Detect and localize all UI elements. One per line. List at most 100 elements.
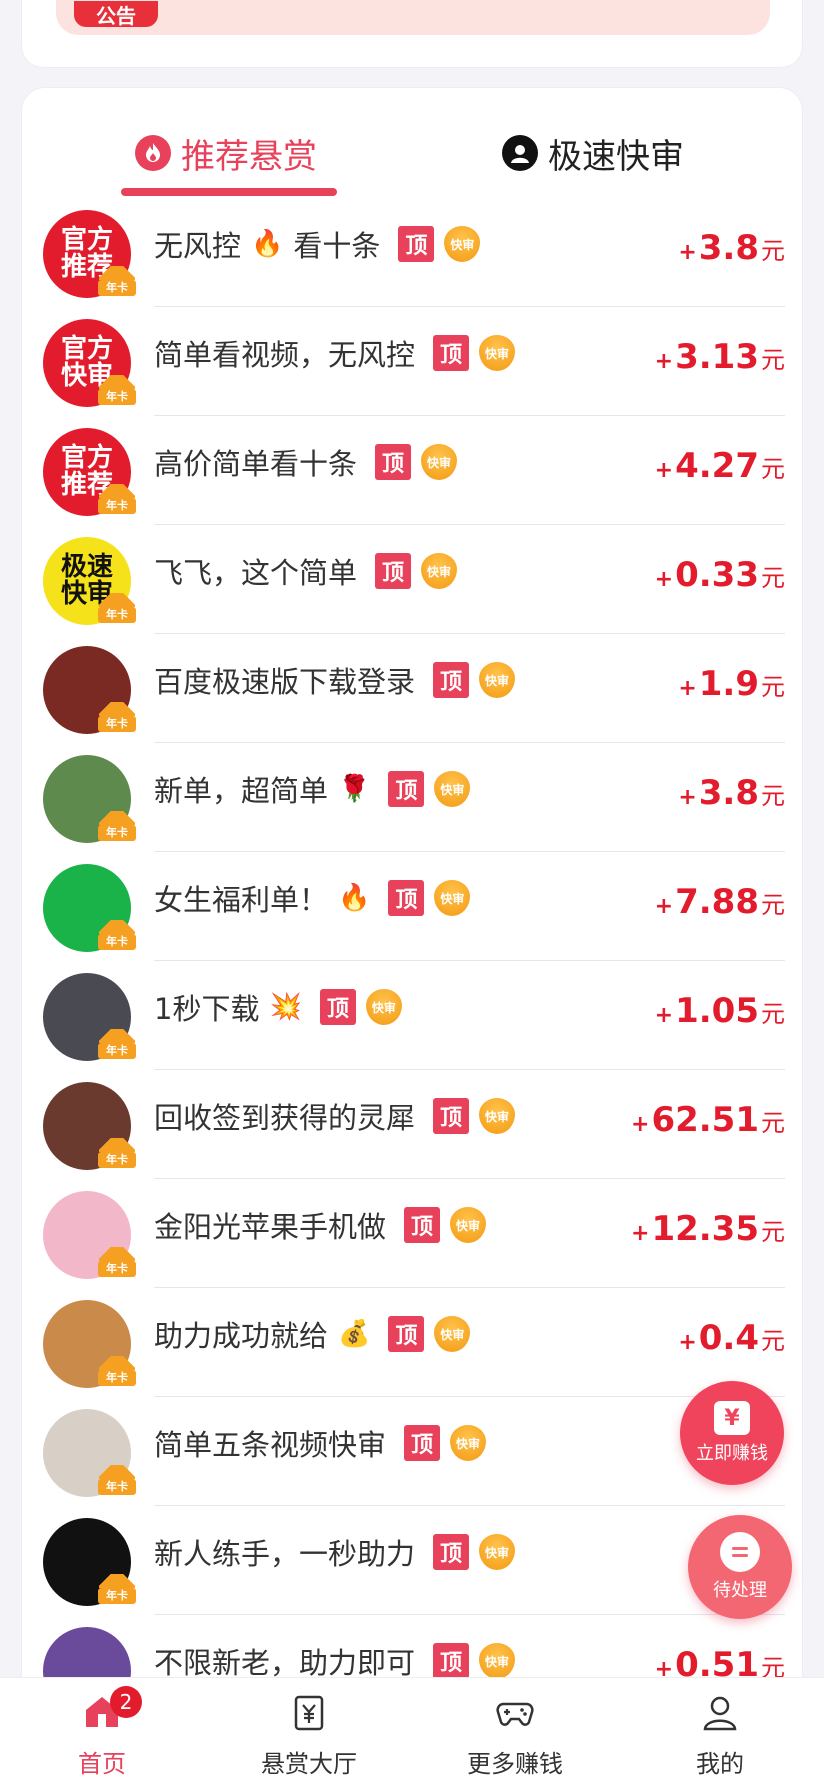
crown-icon: 年卡	[97, 1247, 137, 1277]
pinned-badge: 顶	[433, 1643, 470, 1679]
task-row[interactable]: 年卡 金阳光苹果手机做 顶 快审 + 12.35 元	[21, 1179, 803, 1288]
chat-icon	[720, 1532, 760, 1572]
task-row[interactable]: 官方 快审 年卡 简单看视频，无风控 顶 快审 + 3.13 元	[21, 307, 803, 416]
task-title-text: 新人练手，一秒助力	[154, 1537, 416, 1571]
fast-review-badge: 快审	[479, 335, 516, 371]
task-reward: + 12.35 元	[631, 1209, 785, 1249]
fast-review-badge: 快审	[450, 1425, 487, 1461]
fast-review-badge: 快审	[450, 1207, 487, 1243]
notice-bar[interactable]	[56, 0, 770, 35]
task-reward: + 1.05 元	[655, 991, 785, 1031]
reward-amount: 7.88	[675, 882, 759, 922]
reward-amount: 0.33	[675, 555, 759, 595]
nav-reward-hall[interactable]: 悬赏大厅	[239, 1686, 379, 1778]
earn-now-label: 立即赚钱	[696, 1443, 768, 1464]
crown-icon: 年卡	[97, 593, 137, 623]
task-row[interactable]: 官方 推荐 年卡 高价简单看十条 顶 快审 + 4.27 元	[21, 416, 803, 525]
plus-sign: +	[631, 1221, 650, 1246]
task-title: 简单看视频，无风控 顶 快审	[154, 333, 516, 373]
annual-card-badge: 年卡	[98, 1479, 136, 1495]
pinned-badge: 顶	[398, 226, 435, 262]
task-emoji: 🔥	[251, 229, 284, 259]
task-title: 高价简单看十条 顶 快审	[154, 442, 458, 482]
task-title: 助力成功就给 💰 顶 快审	[154, 1314, 471, 1354]
annual-card-badge: 年卡	[98, 716, 136, 732]
annual-card-badge: 年卡	[98, 389, 136, 405]
task-title: 百度极速版下载登录 顶 快审	[154, 660, 516, 700]
plus-sign: +	[654, 458, 674, 483]
task-title: 飞飞，这个简单 顶 快审	[154, 551, 458, 591]
task-title: 金阳光苹果手机做 顶 快审	[154, 1205, 487, 1245]
task-title-text: 百度极速版下载登录	[154, 665, 416, 699]
task-row[interactable]: 年卡 百度极速版下载登录 顶 快审 + 1.9 元	[21, 634, 803, 743]
crown-icon: 年卡	[97, 266, 137, 296]
task-title: 新单，超简单 🌹 顶 快审	[154, 769, 471, 809]
reward-unit: 元	[761, 673, 785, 701]
fire-icon	[135, 135, 171, 171]
tab-fast-review-label: 极速快审	[548, 136, 684, 177]
fast-review-badge: 快审	[479, 1098, 516, 1134]
plus-sign: +	[631, 1112, 650, 1137]
pinned-badge: 顶	[433, 1098, 470, 1134]
task-row[interactable]: 年卡 1秒下载 💥 顶 快审 + 1.05 元	[21, 961, 803, 1070]
crown-icon: 年卡	[97, 920, 137, 950]
task-row[interactable]: 年卡 新人练手，一秒助力 顶 快审	[21, 1506, 803, 1615]
annual-card-badge: 年卡	[98, 1261, 136, 1277]
task-row[interactable]: 年卡 回收签到获得的灵犀 顶 快审 + 62.51 元	[21, 1070, 803, 1179]
tab-bar: 推荐悬赏 极速快审	[22, 88, 802, 198]
task-row[interactable]: 官方 推荐 年卡 无风控 🔥 看十条 顶 快审 + 3.8 元	[21, 198, 803, 307]
plus-sign: +	[654, 567, 674, 592]
fast-review-badge: 快审	[434, 1316, 471, 1352]
pending-button[interactable]: 待处理	[688, 1515, 792, 1619]
annual-card-badge: 年卡	[98, 1370, 136, 1386]
plus-sign: +	[678, 676, 697, 701]
reward-unit: 元	[761, 346, 785, 374]
gamepad-icon	[495, 1694, 535, 1734]
reward-amount: 62.51	[651, 1100, 759, 1140]
reward-amount: 4.27	[675, 446, 759, 486]
annual-card-badge: 年卡	[98, 1588, 136, 1604]
tab-active-indicator	[121, 188, 337, 196]
task-row[interactable]: 年卡 女生福利单！ 🔥 顶 快审 + 7.88 元	[21, 852, 803, 961]
reward-unit: 元	[761, 891, 785, 919]
notice-card[interactable]: 公告	[21, 0, 803, 68]
plus-sign: +	[654, 349, 674, 374]
annual-card-badge: 年卡	[98, 825, 136, 841]
task-title-text: 1秒下载	[154, 992, 260, 1026]
pinned-badge: 顶	[404, 1425, 441, 1461]
crown-icon: 年卡	[97, 702, 137, 732]
home-badge: 2	[110, 1686, 142, 1718]
task-row[interactable]: 年卡 新单，超简单 🌹 顶 快审 + 3.8 元	[21, 743, 803, 852]
task-title-text: 不限新老，助力即可	[154, 1646, 416, 1680]
pinned-badge: 顶	[404, 1207, 441, 1243]
task-row[interactable]: 年卡 助力成功就给 💰 顶 快审 + 0.4 元	[21, 1288, 803, 1397]
nav-more-earn[interactable]: 更多赚钱	[445, 1686, 585, 1778]
task-title-text: 简单五条视频快审	[154, 1428, 387, 1462]
task-title: 新人练手，一秒助力 顶 快审	[154, 1532, 516, 1572]
reward-unit: 元	[761, 782, 785, 810]
pinned-badge: 顶	[375, 444, 412, 480]
task-reward: + 3.8 元	[678, 228, 785, 268]
task-title: 1秒下载 💥 顶 快审	[154, 987, 402, 1027]
task-reward: + 4.27 元	[655, 446, 785, 486]
crown-icon: 年卡	[97, 811, 137, 841]
reward-amount: 12.35	[651, 1209, 759, 1249]
tab-recommended-label: 推荐悬赏	[181, 136, 317, 177]
task-reward: + 7.88 元	[655, 882, 785, 922]
task-title-text: 回收签到获得的灵犀	[154, 1101, 416, 1135]
tab-fast-review[interactable]: 极速快审	[502, 128, 684, 178]
reward-unit: 元	[761, 237, 785, 265]
task-title-text: 飞飞，这个简单	[154, 556, 358, 590]
nav-mine[interactable]: 我的	[650, 1686, 790, 1778]
annual-card-badge: 年卡	[98, 934, 136, 950]
task-reward: + 3.13 元	[655, 337, 785, 377]
task-title: 不限新老，助力即可 顶 快审	[154, 1641, 516, 1681]
task-title: 回收签到获得的灵犀 顶 快审	[154, 1096, 516, 1136]
nav-home[interactable]: 2 首页	[32, 1686, 172, 1778]
earn-now-button[interactable]: ¥ 立即赚钱	[680, 1381, 784, 1485]
tab-recommended[interactable]: 推荐悬赏	[135, 128, 317, 178]
task-title-text: 新单，超简单	[154, 774, 329, 808]
task-row[interactable]: 极速 快审 年卡 飞飞，这个简单 顶 快审 + 0.33 元	[21, 525, 803, 634]
fast-review-badge: 快审	[479, 1643, 516, 1679]
task-emoji: 🔥	[338, 883, 371, 913]
